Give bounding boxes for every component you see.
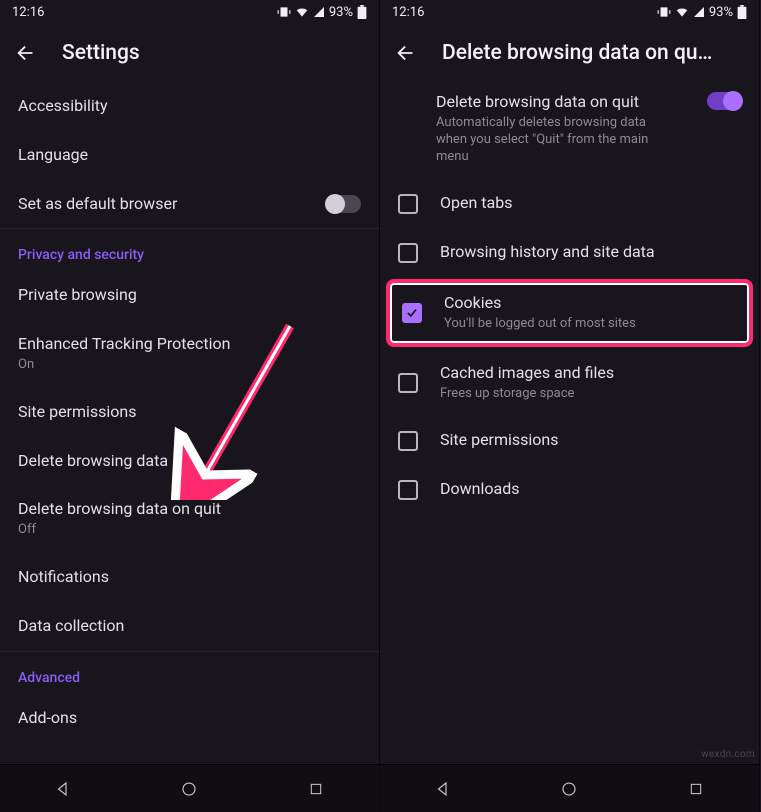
- row-private-browsing[interactable]: Private browsing: [0, 271, 379, 320]
- default-browser-toggle[interactable]: [327, 195, 361, 213]
- label: Enhanced Tracking Protection: [18, 334, 361, 355]
- settings-list[interactable]: Accessibility Language Set as default br…: [0, 82, 379, 764]
- system-navbar: [0, 764, 379, 812]
- triangle-back-icon: [54, 780, 72, 798]
- label: Notifications: [18, 567, 361, 588]
- label: Private browsing: [18, 285, 361, 306]
- battery-icon: [737, 5, 747, 19]
- section-privacy: Privacy and security: [0, 228, 379, 271]
- circle-home-icon: [180, 780, 198, 798]
- battery-icon: [357, 5, 367, 19]
- master-toggle[interactable]: [707, 92, 741, 110]
- sublabel: Off: [18, 522, 361, 539]
- status-time: 12:16: [392, 5, 424, 20]
- row-default-browser[interactable]: Set as default browser: [0, 180, 379, 229]
- row-cache[interactable]: Cached images and files Frees up storage…: [380, 349, 759, 417]
- back-button[interactable]: [394, 41, 418, 65]
- row-site-permissions[interactable]: Site permissions: [0, 388, 379, 437]
- checkbox-cookies[interactable]: [402, 303, 422, 323]
- app-header: Delete browsing data on qu…: [380, 24, 759, 82]
- row-notifications[interactable]: Notifications: [0, 553, 379, 602]
- label: Cached images and files: [440, 363, 741, 384]
- status-indicators: 93%: [657, 5, 747, 20]
- label: Site permissions: [440, 430, 741, 451]
- row-accessibility[interactable]: Accessibility: [0, 82, 379, 131]
- vibrate-icon: [657, 5, 671, 19]
- wifi-icon: [675, 5, 689, 19]
- row-master-toggle[interactable]: Delete browsing data on quit Automatical…: [380, 82, 759, 179]
- page-title: Settings: [62, 41, 365, 65]
- checkbox-downloads[interactable]: [398, 480, 418, 500]
- sublabel: On: [18, 357, 361, 374]
- battery-percent: 93%: [329, 5, 353, 20]
- battery-percent: 93%: [709, 5, 733, 20]
- status-time: 12:16: [12, 5, 44, 20]
- square-recent-icon: [308, 781, 324, 797]
- label: Delete browsing data on quit: [436, 92, 707, 113]
- page-title: Delete browsing data on qu…: [442, 41, 745, 65]
- label: Open tabs: [440, 193, 741, 214]
- left-screen: 12:16 93% Settings Accessibility Languag…: [0, 0, 380, 812]
- nav-back[interactable]: [431, 777, 455, 801]
- row-delete-browsing-data[interactable]: Delete browsing data: [0, 437, 379, 486]
- checkbox-history[interactable]: [398, 243, 418, 263]
- section-advanced: Advanced: [0, 651, 379, 694]
- arrow-left-icon: [395, 42, 417, 64]
- status-indicators: 93%: [277, 5, 367, 20]
- row-delete-on-quit[interactable]: Delete browsing data on quit Off: [0, 485, 379, 553]
- nav-recent[interactable]: [304, 777, 328, 801]
- row-history[interactable]: Browsing history and site data: [380, 228, 759, 277]
- nav-home[interactable]: [177, 777, 201, 801]
- checkbox-cache[interactable]: [398, 373, 418, 393]
- vibrate-icon: [277, 5, 291, 19]
- checkbox-site-perm[interactable]: [398, 431, 418, 451]
- system-navbar: [380, 764, 759, 812]
- nav-recent[interactable]: [684, 777, 708, 801]
- row-etp[interactable]: Enhanced Tracking Protection On: [0, 320, 379, 388]
- row-language[interactable]: Language: [0, 131, 379, 180]
- label: Data collection: [18, 616, 361, 637]
- quit-options-list[interactable]: Delete browsing data on quit Automatical…: [380, 82, 759, 764]
- status-bar: 12:16 93%: [0, 0, 379, 24]
- row-cookies-highlighted[interactable]: Cookies You'll be logged out of most sit…: [386, 279, 753, 347]
- square-recent-icon: [688, 781, 704, 797]
- right-screen: 12:16 93% Delete browsing data on qu… De…: [380, 0, 760, 812]
- label: Browsing history and site data: [440, 242, 741, 263]
- nav-back[interactable]: [51, 777, 75, 801]
- row-addons[interactable]: Add-ons: [0, 694, 379, 743]
- sublabel: You'll be logged out of most sites: [444, 316, 737, 333]
- label: Set as default browser: [18, 194, 327, 215]
- label: Delete browsing data on quit: [18, 499, 361, 520]
- label: Accessibility: [18, 96, 361, 117]
- sublabel: Automatically deletes browsing data when…: [436, 115, 676, 166]
- app-header: Settings: [0, 24, 379, 82]
- sublabel: Frees up storage space: [440, 386, 741, 403]
- signal-icon: [313, 6, 325, 18]
- arrow-left-icon: [15, 42, 37, 64]
- triangle-back-icon: [434, 780, 452, 798]
- label: Site permissions: [18, 402, 361, 423]
- row-downloads[interactable]: Downloads: [380, 465, 759, 514]
- label: Language: [18, 145, 361, 166]
- back-button[interactable]: [14, 41, 38, 65]
- signal-icon: [693, 6, 705, 18]
- watermark: wexdn.com: [701, 749, 755, 760]
- label: Downloads: [440, 479, 741, 500]
- status-bar: 12:16 93%: [380, 0, 759, 24]
- checkbox-open-tabs[interactable]: [398, 194, 418, 214]
- row-data-collection[interactable]: Data collection: [0, 602, 379, 651]
- row-site-permissions[interactable]: Site permissions: [380, 416, 759, 465]
- row-open-tabs[interactable]: Open tabs: [380, 179, 759, 228]
- label: Add-ons: [18, 708, 361, 729]
- circle-home-icon: [560, 780, 578, 798]
- wifi-icon: [295, 5, 309, 19]
- label: Cookies: [444, 293, 737, 314]
- nav-home[interactable]: [557, 777, 581, 801]
- label: Delete browsing data: [18, 451, 361, 472]
